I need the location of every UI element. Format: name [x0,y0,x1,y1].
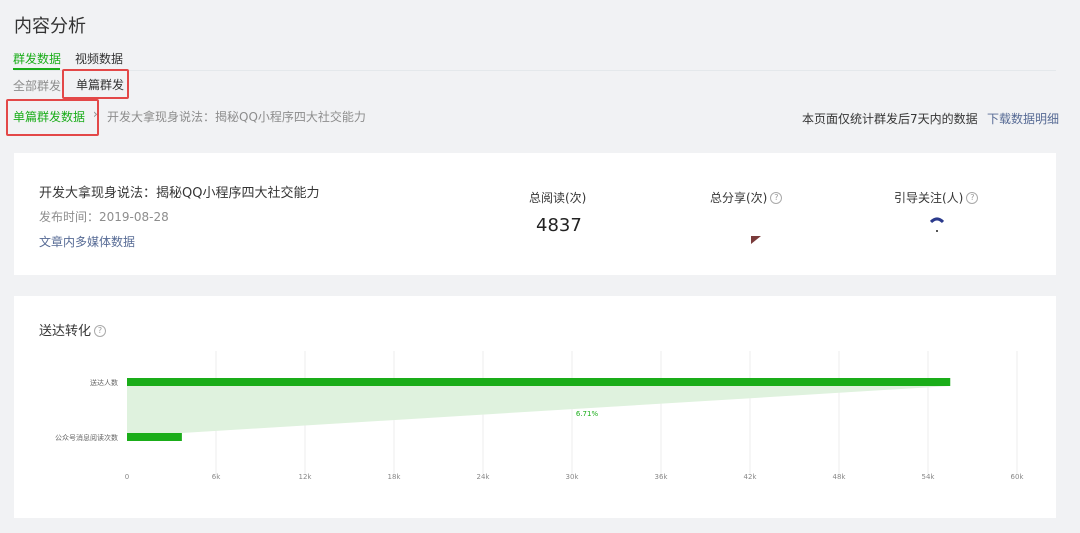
stat-total-shares: 总分享(次)? [710,187,830,206]
breadcrumb-root-link[interactable]: 单篇群发数据 [13,108,85,125]
stat-total-shares-value-fragment [751,229,761,244]
article-summary-card: 开发大拿现身说法：揭秘QQ小程序四大社交能力 发布时间：2019-08-28 文… [14,153,1056,275]
category-label: 公众号消息阅读次数 [55,433,118,442]
x-tick-label: 60k [1011,473,1025,481]
stat-label: 引导关注(人) [894,191,964,205]
stat-total-reads-value: 4837 [536,215,582,236]
stat-total-reads: 总阅读(次) [529,187,629,206]
delivery-conversion-card: 送达转化? 送达人数 公众号消息阅读次数 6.71% 0 6k 12k 18k 24k 30k 3… [14,296,1056,518]
x-tick-label: 6k [212,473,221,481]
tab-group-send-data[interactable]: 群发数据 [13,50,61,67]
x-tick-label: 30k [566,473,580,481]
x-tick-label: 12k [299,473,313,481]
x-tick-label: 18k [388,473,402,481]
help-icon[interactable]: ? [966,191,979,204]
help-icon[interactable]: ? [770,191,783,204]
breadcrumb-separator: › [93,107,98,121]
conversion-rate-label: 6.71% [576,410,599,418]
bar-0 [127,378,951,386]
media-data-link[interactable]: 文章内多媒体数据 [39,233,135,250]
download-details-link[interactable]: 下载数据明细 [987,110,1059,127]
category-label: 送达人数 [90,378,118,387]
x-tick-label: 48k [833,473,847,481]
stats-notice: 本页面仅统计群发后7天内的数据 [802,112,978,126]
stat-label: 总分享(次) [710,191,768,205]
x-tick-label: 36k [655,473,669,481]
stat-guided-follows: 引导关注(人)? [894,187,1024,206]
x-tick-label: 54k [922,473,936,481]
tabs-divider [14,70,1056,71]
tab-video-data[interactable]: 视频数据 [75,50,123,67]
page-title: 内容分析 [14,16,86,37]
x-tick-label: 0 [125,473,129,481]
x-tick-label: 42k [744,473,758,481]
publish-time: 发布时间：2019-08-28 [39,210,169,224]
bar-1 [127,433,182,441]
stat-label: 总阅读(次) [529,191,587,205]
stat-guided-follows-value-fragment [929,217,945,233]
breadcrumb-current: 开发大拿现身说法：揭秘QQ小程序四大社交能力 [107,110,366,124]
conversion-chart: 送达人数公众号消息阅读次数 6.71% 0 6k 12k 18k 24k 30k 36k 42k 4… [55,351,1025,481]
article-title: 开发大拿现身说法：揭秘QQ小程序四大社交能力 [39,186,320,201]
subtab-all-sends[interactable]: 全部群发 [13,77,61,94]
x-tick-label: 24k [477,473,491,481]
funnel-area [127,386,951,433]
subtab-single-send[interactable]: 单篇群发 [76,76,124,93]
